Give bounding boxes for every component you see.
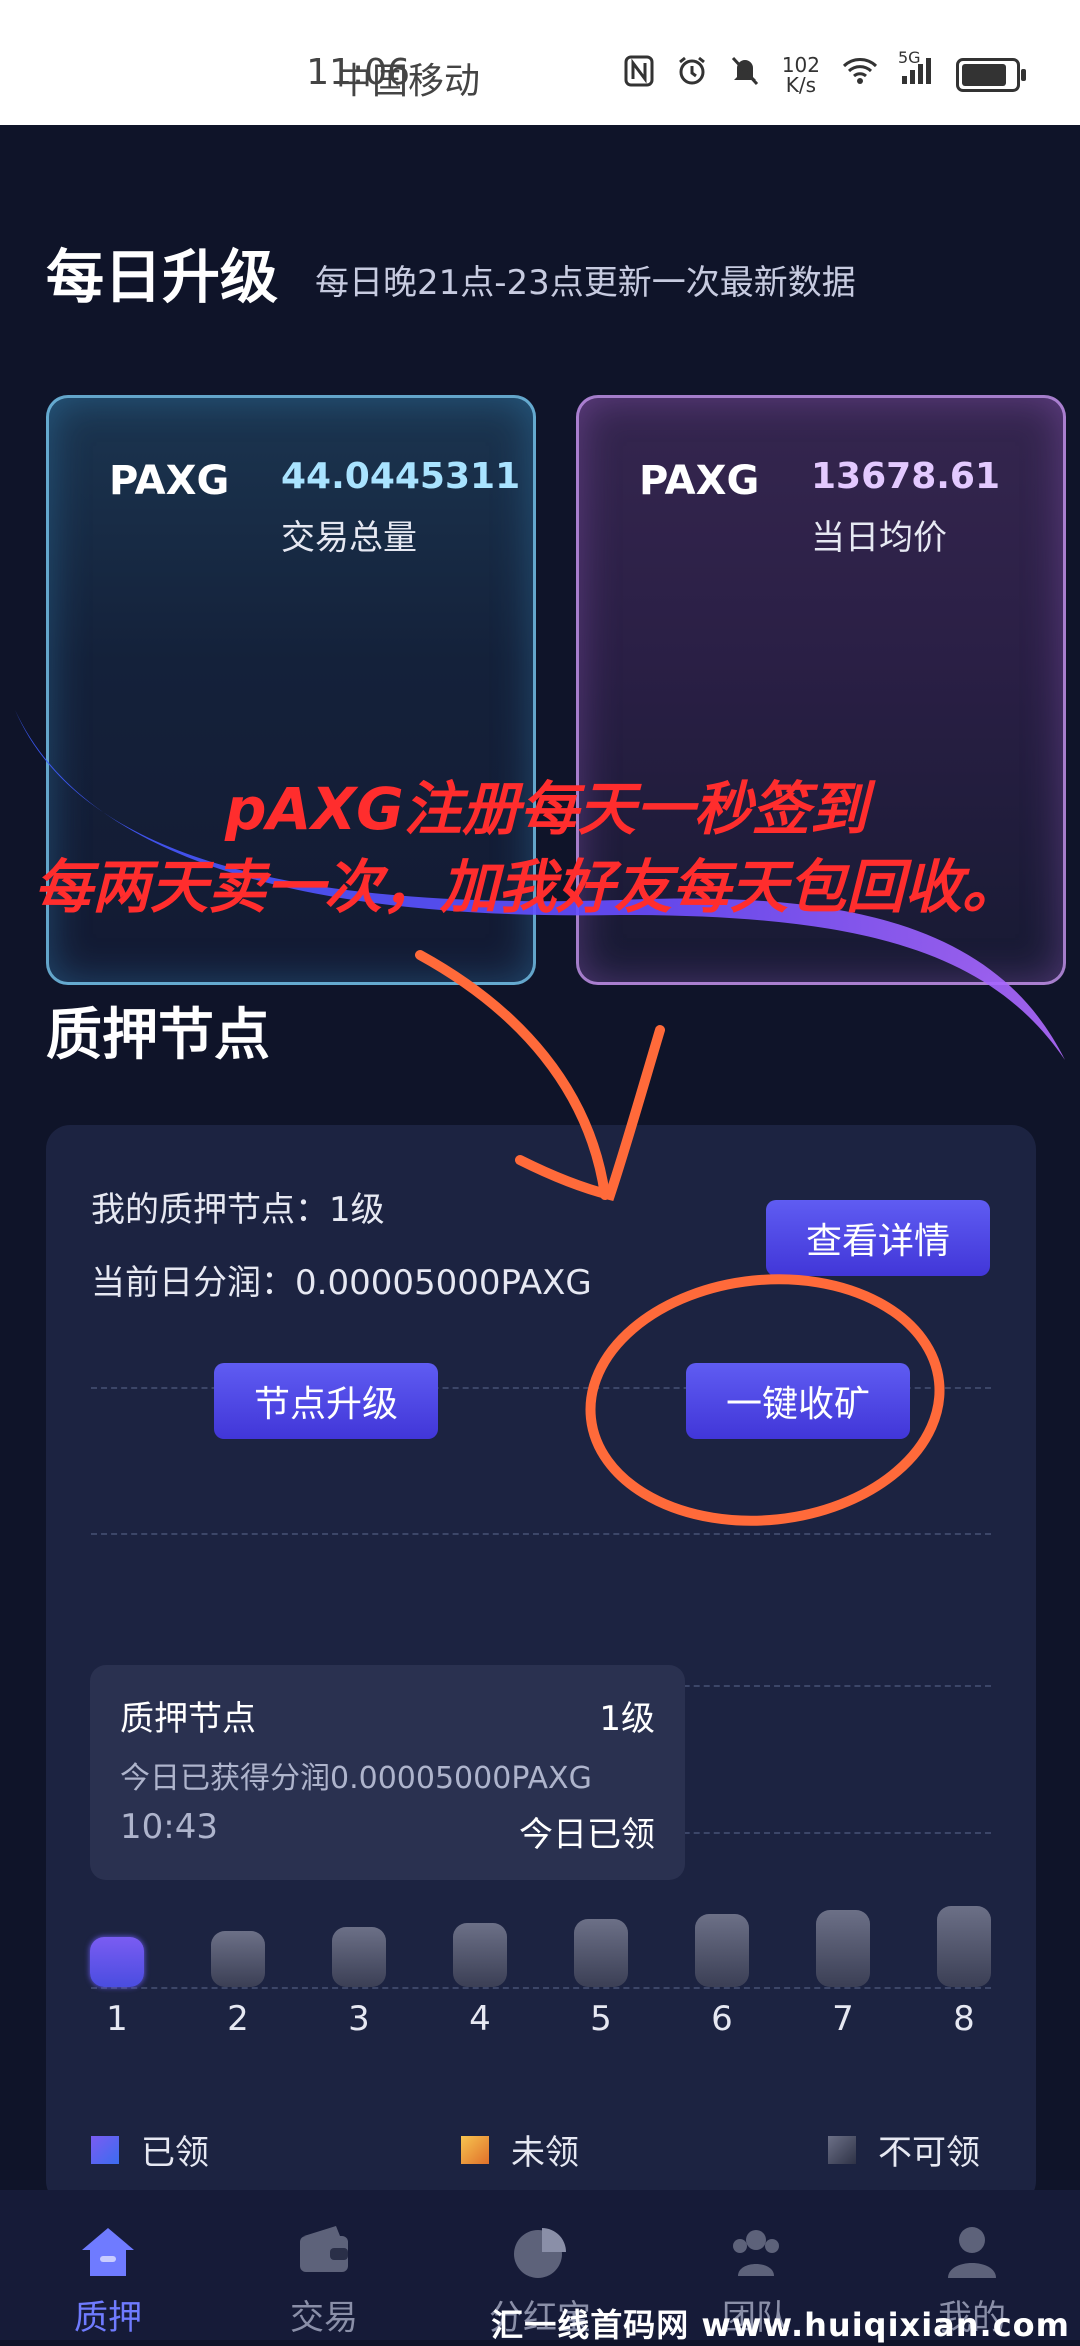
annotation-circle (585, 1274, 945, 1526)
home-icon (82, 2228, 134, 2276)
pie-chart-icon (514, 2228, 566, 2278)
user-icon (948, 2227, 996, 2278)
nav-label: 质押 (74, 2298, 142, 2338)
annotation-arrow-line (415, 950, 610, 1200)
wallet-icon (300, 2226, 348, 2272)
annotation-overlay (415, 950, 945, 1526)
watermark: 汇一线首码网 www.huiqixian.com (491, 2306, 1070, 2344)
nav-item-stake[interactable]: 质押 (38, 2190, 178, 2340)
nav-item-trade[interactable]: 交易 (254, 2190, 394, 2340)
nav-label: 交易 (290, 2298, 358, 2338)
team-icon (733, 2230, 779, 2276)
